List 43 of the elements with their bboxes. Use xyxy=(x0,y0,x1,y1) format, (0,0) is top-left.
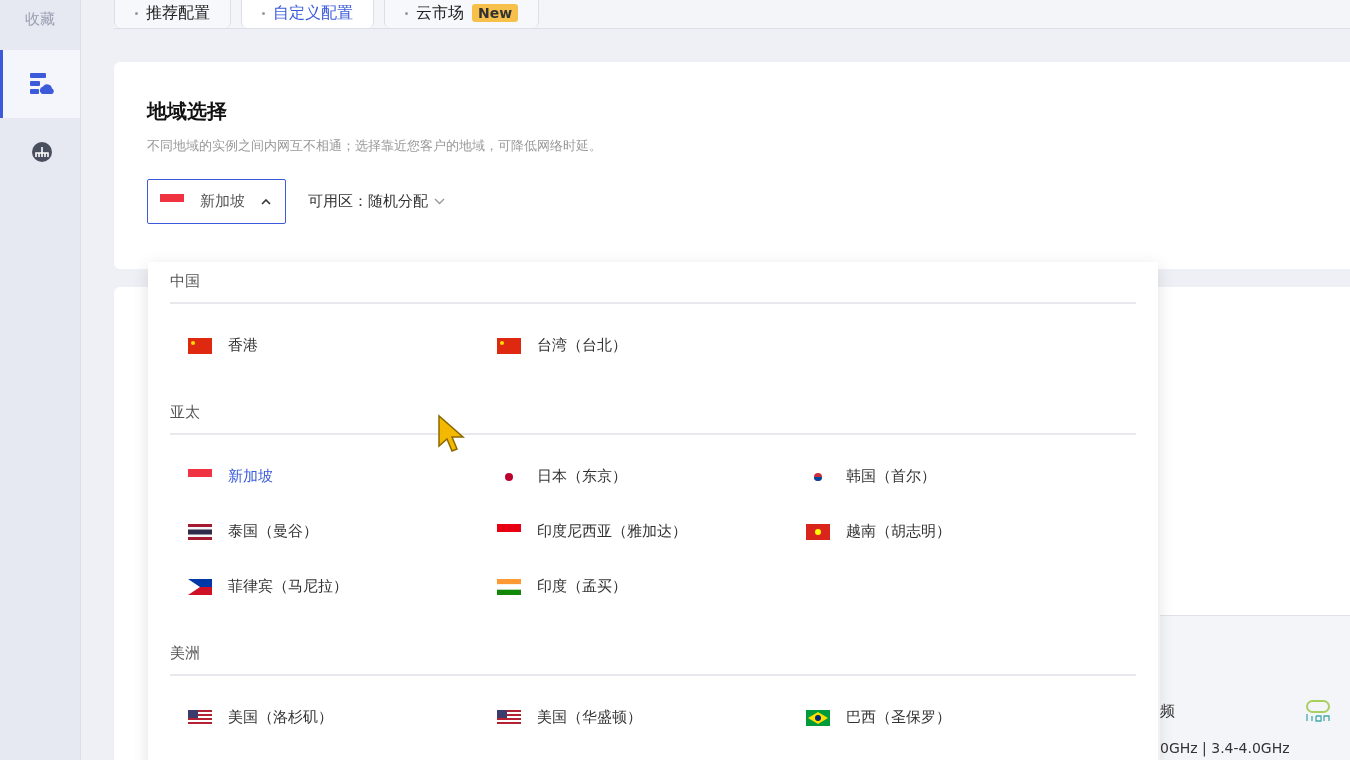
region-select[interactable]: 新加坡 xyxy=(147,179,286,224)
section-title: 地域选择 xyxy=(147,98,228,125)
region-option[interactable]: 菲律宾（马尼拉） xyxy=(188,559,348,614)
server-cloud-icon xyxy=(29,73,54,95)
section-description: 不同地域的实例之间内网互不相通；选择靠近您客户的地域，可降低网络时延。 xyxy=(147,137,603,155)
flag-icon xyxy=(188,709,212,726)
flag-icon xyxy=(188,337,212,354)
flag-icon xyxy=(806,523,830,540)
group-heading: 美洲 xyxy=(170,634,1136,676)
region-option[interactable]: 新加坡 xyxy=(188,449,273,504)
flag-icon xyxy=(806,709,830,726)
flag-icon xyxy=(188,468,212,485)
region-option[interactable]: 越南（胡志明） xyxy=(806,504,951,559)
flag-icon xyxy=(160,193,184,210)
region-option[interactable]: 泰国（曼谷） xyxy=(188,504,318,559)
logo-icon xyxy=(1304,700,1332,722)
region-option[interactable]: 日本（东京） xyxy=(497,449,627,504)
tab[interactable]: 自定义配置 xyxy=(241,0,374,28)
region-option[interactable]: 香港 xyxy=(188,318,258,373)
chevron-down-icon xyxy=(434,198,445,205)
flag-icon xyxy=(497,709,521,726)
flag-icon xyxy=(497,337,521,354)
flag-icon xyxy=(188,578,212,595)
flag-icon xyxy=(497,578,521,595)
flag-icon xyxy=(497,523,521,540)
region-option[interactable]: 美国（华盛顿） xyxy=(497,690,642,745)
cursor-icon xyxy=(437,414,467,454)
region-option[interactable]: 印度（孟买） xyxy=(497,559,627,614)
region-option[interactable]: 韩国（首尔） xyxy=(806,449,936,504)
region-option[interactable]: 巴西（圣保罗） xyxy=(806,690,951,745)
network-icon xyxy=(30,141,53,163)
spec-label: 频 xyxy=(1160,701,1175,721)
new-badge: New xyxy=(472,4,519,22)
tab[interactable]: 推荐配置 xyxy=(114,0,231,28)
caret-icon xyxy=(261,198,271,205)
region-option[interactable]: 台湾（台北） xyxy=(497,318,627,373)
tab[interactable]: 云市场 New xyxy=(384,0,540,28)
zone-select[interactable]: 可用区：随机分配 xyxy=(308,192,445,211)
group-heading: 中国 xyxy=(170,262,1136,304)
flag-icon xyxy=(188,523,212,540)
region-option[interactable]: 印度尼西亚（雅加达） xyxy=(497,504,687,559)
sidebar-item[interactable] xyxy=(0,50,80,118)
region-option[interactable]: 美国（洛杉矶） xyxy=(188,690,333,745)
